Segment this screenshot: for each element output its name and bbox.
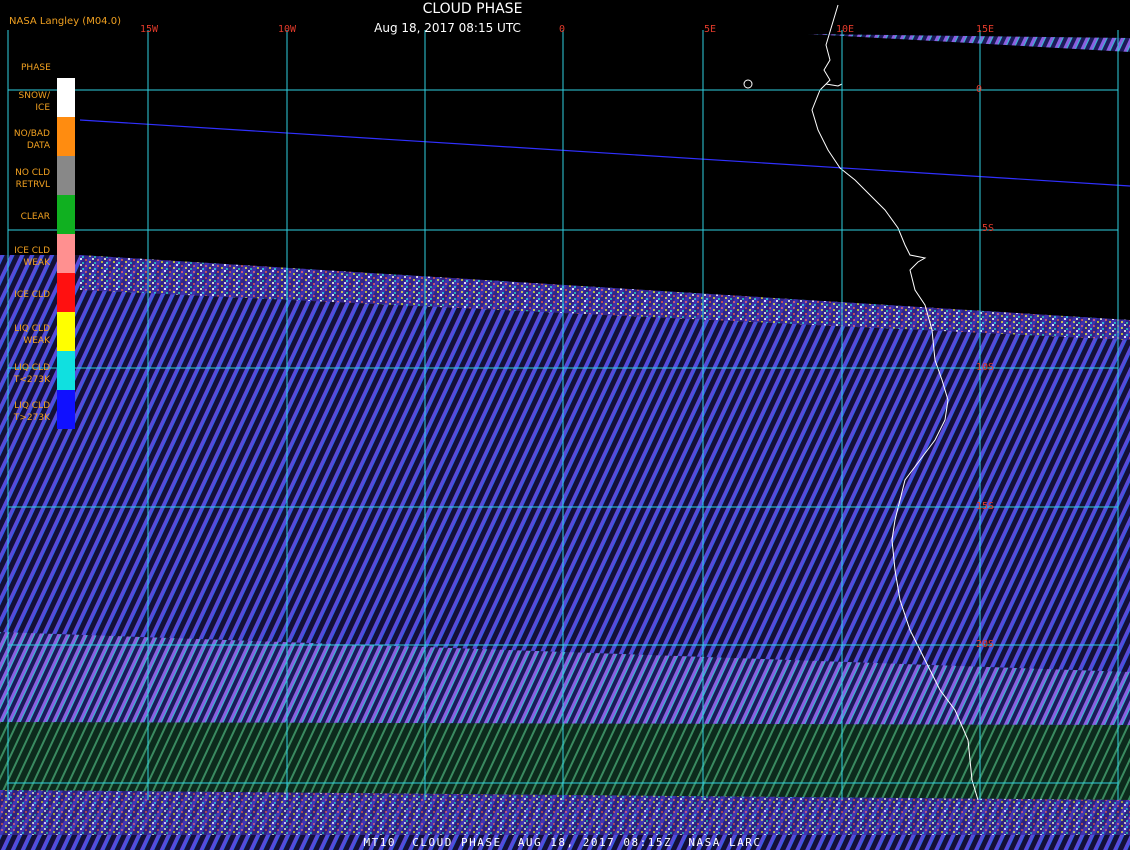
coast-inlet: [825, 83, 843, 87]
legend-swatch-snow-ice: [57, 78, 75, 117]
legend-swatch-liq-cld-warm: [57, 390, 75, 429]
legend-swatch-clear: [57, 195, 75, 234]
lat-label-5s: 5S: [982, 223, 995, 234]
legend-label-liq-cld-warm: LIQ CLD T>273K: [13, 401, 50, 423]
lon-label-15e: 15E: [976, 24, 995, 35]
legend-label-clear: CLEAR: [20, 212, 50, 222]
lat-label-10s: 10S: [976, 362, 995, 373]
legend-label-ice-cld-weak: ICE CLD WEAK: [14, 246, 50, 268]
legend-label-ice-cld: ICE CLD: [14, 290, 50, 300]
lon-label-0: 0: [559, 24, 566, 35]
legend-swatch-liq-cld-weak: [57, 312, 75, 351]
lat-label-15s: 15S: [976, 501, 995, 512]
cloud-phase-map: [0, 4, 1130, 850]
legend-swatch-ice-cld-weak: [57, 234, 75, 273]
map-title: CLOUD PHASE: [422, 1, 523, 17]
swath-top-right: [808, 34, 1130, 52]
legend-swatch-liq-cld-cold: [57, 351, 75, 390]
lon-label-5e: 5E: [704, 24, 717, 35]
legend-label-liq-cld-weak: LIQ CLD WEAK: [14, 324, 50, 346]
lat-label-20s: 20S: [976, 639, 995, 650]
legend-swatch-ice-cld: [57, 273, 75, 312]
lon-label-15w: 15W: [140, 24, 159, 35]
lon-label-10w: 10W: [278, 24, 297, 35]
legend-label-liq-cld-cold: LIQ CLD T<273K: [13, 363, 50, 385]
legend-label-no-bad-data: NO/BAD DATA: [13, 129, 50, 151]
map-credit: NASA Langley (M04.0): [9, 16, 121, 27]
island-shape: [743, 79, 753, 89]
footer-caption: MT10 CLOUD PHASE AUG 18, 2017 08:15Z NAS…: [363, 836, 762, 849]
swath-band-green: [0, 722, 1130, 800]
lat-label-0: 0: [976, 84, 983, 95]
legend-label-no-cld-retrvl: NO CLD RETRVL: [15, 168, 50, 190]
legend-swatch-no-bad-data: [57, 117, 75, 156]
map-timestamp: Aug 18, 2017 08:15 UTC: [374, 21, 521, 35]
lon-label-10e: 10E: [836, 24, 855, 35]
legend-swatch-no-cld-retrvl: [57, 156, 75, 195]
legend-label-snow-ice: SNOW/ICE: [18, 91, 50, 113]
orbit-track-line: [79, 119, 1130, 187]
legend-heading: PHASE: [21, 63, 51, 73]
